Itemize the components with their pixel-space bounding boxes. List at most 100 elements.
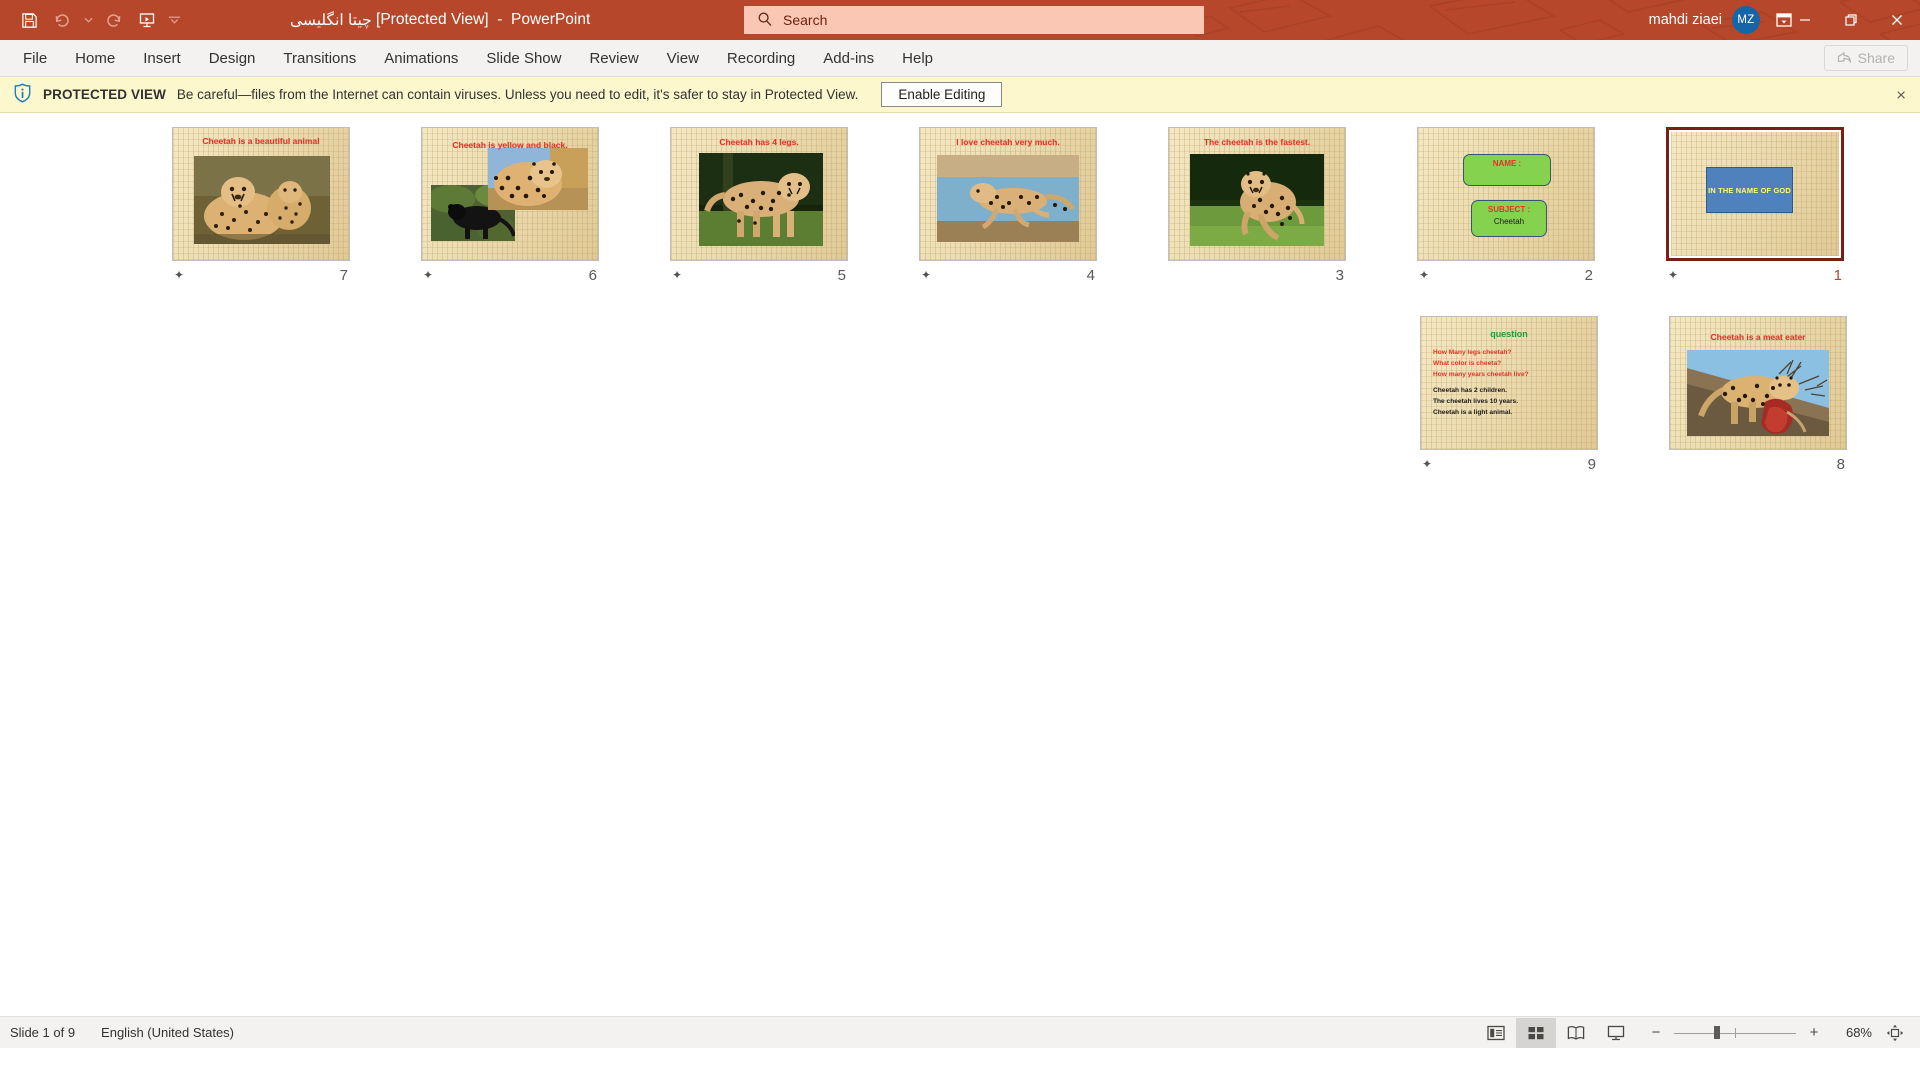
search-placeholder-text: Search [783,12,828,28]
slide-title-text: I love cheetah very much. [956,137,1060,147]
slide-image [1190,154,1324,246]
tab-transitions[interactable]: Transitions [269,40,370,76]
slide-sorter-view-icon[interactable] [1516,1017,1556,1048]
status-bar: Slide 1 of 9 English (United States) − +… [0,1016,1920,1048]
slide-title-text: Cheetah is a meat eater [1710,332,1806,342]
slide-canvas[interactable]: Cheetah is a beautiful animal [172,127,350,261]
slide-footer: ✦ 4 [919,264,1097,286]
zoom-slider[interactable] [1674,1025,1796,1041]
slide-number: 4 [1086,266,1095,284]
slide-footer: ✦ 6 [421,264,599,286]
window-controls [1782,0,1920,40]
close-icon[interactable]: × [1896,86,1906,103]
animation-star-icon[interactable]: ✦ [423,269,433,281]
search-box[interactable]: Search [744,6,1204,34]
slide-thumbnail-2[interactable]: NAME : SUBJECT : Cheetah ✦ 2 [1417,127,1666,286]
tab-help[interactable]: Help [888,40,947,76]
share-icon [1837,50,1852,67]
subject-box-body: Cheetah [1493,217,1525,226]
tab-insert[interactable]: Insert [129,40,195,76]
animation-star-icon[interactable]: ✦ [1422,458,1432,470]
animation-star-icon[interactable]: ✦ [174,269,184,281]
animation-star-icon[interactable]: ✦ [672,269,682,281]
slide-footer: ✦ 3 [1168,264,1346,286]
slide-number: 8 [1836,455,1845,473]
normal-view-icon[interactable] [1476,1018,1516,1048]
title-separator: - [497,11,503,28]
share-button[interactable]: Share [1823,45,1908,71]
slide-canvas[interactable]: Cheetah is yellow and black. [421,127,599,261]
tab-home[interactable]: Home [61,40,129,76]
animation-star-icon[interactable]: ✦ [1419,269,1429,281]
slide-canvas[interactable]: I love cheetah very much. [919,127,1097,261]
slide-title-text: Cheetah is a beautiful animal [202,136,320,146]
slide-thumbnail-8[interactable]: Cheetah is a meat eater 8 [1669,316,1918,475]
slide-number: 3 [1335,266,1344,284]
slide-thumbnail-4[interactable]: I love cheetah very much. ✦ 4 [919,127,1168,286]
tab-review[interactable]: Review [575,40,652,76]
slide-footer: ✦ 2 [1417,264,1595,286]
slide-number: 7 [339,266,348,284]
slide-thumbnail-5[interactable]: Cheetah has 4 legs. ✦ 5 [670,127,919,286]
in-the-name-of-god-banner[interactable]: IN THE NAME OF GOD [1706,167,1793,213]
tab-recording[interactable]: Recording [713,40,809,76]
slide-number: 1 [1833,266,1842,284]
close-button[interactable] [1874,0,1920,40]
tab-file[interactable]: File [9,40,61,76]
slide-image-leopard [488,148,588,210]
slide-canvas[interactable]: Cheetah is a meat eater [1669,316,1847,450]
slide-thumbnail-9[interactable]: question How Many legs cheetah? What col… [1420,316,1669,475]
slide-image [194,156,330,244]
slide-show-view-icon[interactable] [1596,1018,1636,1048]
slide-canvas[interactable]: Cheetah has 4 legs. [670,127,848,261]
slide-thumbnail-1[interactable]: IN THE NAME OF GOD ✦ 1 [1666,127,1915,286]
zoom-slider-handle[interactable] [1714,1026,1721,1039]
tab-slide-show[interactable]: Slide Show [472,40,575,76]
slide-canvas[interactable]: question How Many legs cheetah? What col… [1420,316,1598,450]
animation-star-icon[interactable]: ✦ [921,269,931,281]
account-name: mahdi ziaei [1648,12,1722,28]
slide-indicator[interactable]: Slide 1 of 9 [10,1025,75,1040]
minimize-button[interactable] [1782,0,1828,40]
slide-selection-inner-border: IN THE NAME OF GOD [1669,130,1841,258]
document-name: چیتا انگلیسی [290,11,372,29]
avatar[interactable]: MZ [1732,6,1760,34]
slide-canvas[interactable]: NAME : SUBJECT : Cheetah [1417,127,1595,261]
slide-number: 2 [1584,266,1593,284]
slide-thumbnail-6[interactable]: Cheetah is yellow and black. ✦ 6 [421,127,670,286]
restore-button[interactable] [1828,0,1874,40]
tab-add-ins[interactable]: Add-ins [809,40,888,76]
account-area[interactable]: mahdi ziaei MZ [1649,0,1760,40]
slide-image [699,153,823,246]
slide-canvas[interactable]: The cheetah is the fastest. [1168,127,1346,261]
subject-box-heading: SUBJECT : [1487,205,1531,214]
title-bar: چیتا انگلیسی [Protected View] - PowerPoi… [0,0,1920,40]
slide-thumbnail-7[interactable]: Cheetah is a beautiful animal ✦ 7 [172,127,421,286]
slide-number: 9 [1587,455,1596,473]
fit-to-window-icon[interactable] [1880,1024,1910,1042]
enable-editing-button[interactable]: Enable Editing [881,82,1003,107]
slide-title-text: The cheetah is the fastest. [1203,137,1311,147]
slide-footer: ✦ 9 [1420,453,1598,475]
slide-title-text: Cheetah has 4 legs. [719,137,799,147]
slide-canvas-selected[interactable]: IN THE NAME OF GOD [1666,127,1844,261]
info-shield-icon [13,83,32,106]
language-indicator[interactable]: English (United States) [101,1025,234,1040]
subject-box[interactable]: SUBJECT : Cheetah [1471,200,1547,237]
slide-thumbnail-3[interactable]: The cheetah is the fastest. 3 [1168,127,1417,286]
tab-animations[interactable]: Animations [370,40,472,76]
zoom-out-button[interactable]: − [1648,1024,1664,1041]
zoom-level[interactable]: 68% [1832,1025,1872,1040]
status-bar-left: Slide 1 of 9 English (United States) [0,1025,234,1040]
slide-footer: ✦ 7 [172,264,350,286]
name-box[interactable]: NAME : [1463,154,1551,186]
tab-view[interactable]: View [653,40,713,76]
zoom-in-button[interactable]: + [1806,1024,1822,1041]
animation-star-icon[interactable]: ✦ [1668,269,1678,281]
slide-sorter-pane[interactable]: Cheetah is a beautiful animal ✦ 7 Cheeta… [0,113,1920,1048]
reading-view-icon[interactable] [1556,1018,1596,1048]
slide-number: 6 [588,266,597,284]
protected-view-title: PROTECTED VIEW [43,87,166,102]
tab-design[interactable]: Design [195,40,270,76]
slide-image [937,155,1079,242]
